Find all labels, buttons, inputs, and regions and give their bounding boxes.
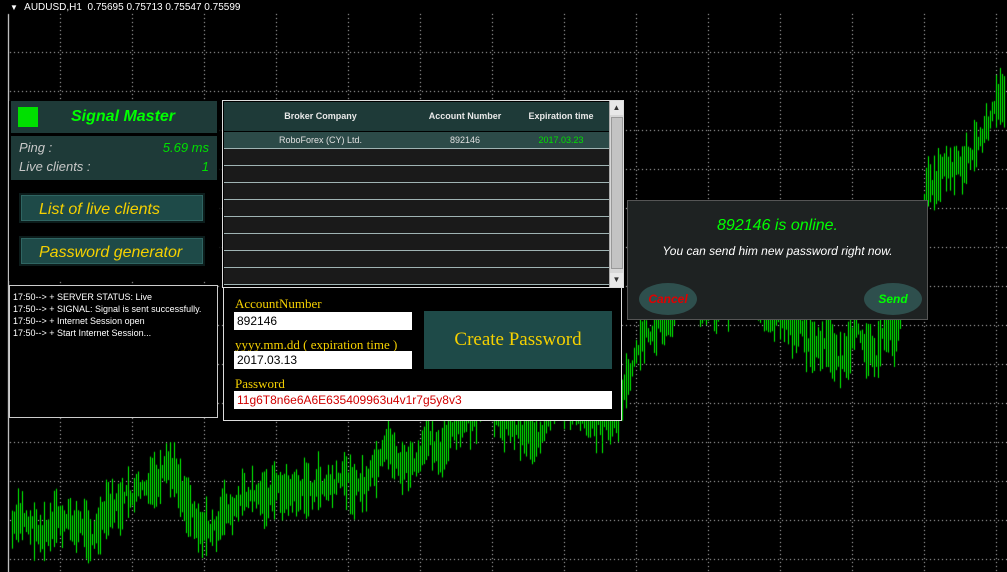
table-row[interactable] xyxy=(224,234,609,251)
table-scrollbar[interactable]: ▲ ▼ xyxy=(609,101,623,287)
clients-table: Broker Company Account Number Expiration… xyxy=(222,100,624,288)
table-body: RoboForex (CY) Ltd. 892146 2017.03.23 xyxy=(224,132,609,285)
expiry-input[interactable]: 2017.03.13 xyxy=(234,351,412,369)
log-line: 17:50--> + SERVER STATUS: Live xyxy=(13,292,153,302)
table-row[interactable] xyxy=(224,149,609,166)
signal-master-titlebar: Signal Master xyxy=(11,101,217,133)
live-clients-value: 1 xyxy=(201,159,209,174)
live-clients-label: Live clients : xyxy=(19,159,91,174)
table-header: Broker Company Account Number Expiration… xyxy=(224,102,609,131)
signal-master-title: Signal Master xyxy=(71,108,176,125)
col-header-account[interactable]: Account Number xyxy=(417,102,513,131)
cell-expiration: 2017.03.23 xyxy=(538,135,584,145)
signal-master-panel: Signal Master Ping : 5.69 ms Live client… xyxy=(9,101,219,281)
chart-ohlc: 0.75695 0.75713 0.75547 0.75599 xyxy=(87,2,241,13)
client-online-dialog: 892146 is online. You can send him new p… xyxy=(627,200,928,320)
account-label: AccountNumber xyxy=(235,296,322,311)
table-row[interactable] xyxy=(224,251,609,268)
password-label: Password xyxy=(235,376,285,391)
log-panel: 17:50--> + SERVER STATUS: Live 17:50--> … xyxy=(9,285,218,418)
chart-symbol: AUDUSD,H1 xyxy=(24,2,82,13)
scroll-thumb[interactable] xyxy=(611,117,623,269)
stats-box: Ping : 5.69 ms Live clients : 1 xyxy=(11,136,217,180)
cell-account: 892146 xyxy=(449,135,481,145)
ping-value: 5.69 ms xyxy=(162,140,209,155)
create-password-button[interactable]: Create Password xyxy=(424,311,612,369)
cell-broker: RoboForex (CY) Ltd. xyxy=(278,135,363,145)
dropdown-triangle-icon[interactable]: ▼ xyxy=(10,3,18,12)
account-input[interactable]: 892146 xyxy=(234,312,412,330)
col-header-expiration[interactable]: Expiration time xyxy=(513,102,609,131)
table-row[interactable] xyxy=(224,268,609,285)
col-header-broker[interactable]: Broker Company xyxy=(224,102,417,131)
log-line: 17:50--> + Start Internet Session... xyxy=(13,328,152,338)
log-line: 17:50--> + SIGNAL: Signal is sent succes… xyxy=(13,304,202,314)
scroll-down-icon[interactable]: ▼ xyxy=(610,273,623,287)
password-generator-button[interactable]: Password generator xyxy=(19,236,205,266)
table-row[interactable] xyxy=(224,200,609,217)
dialog-message: You can send him new password right now. xyxy=(662,244,893,258)
send-button[interactable]: Send xyxy=(864,283,922,315)
table-row[interactable] xyxy=(224,183,609,200)
table-row[interactable] xyxy=(224,217,609,234)
cancel-button[interactable]: Cancel xyxy=(639,283,697,315)
table-row[interactable]: RoboForex (CY) Ltd. 892146 2017.03.23 xyxy=(224,132,609,149)
status-indicator-icon xyxy=(18,107,38,127)
log-line: 17:50--> + Internet Session open xyxy=(13,316,145,326)
table-row[interactable] xyxy=(224,166,609,183)
dialog-title: 892146 is online. xyxy=(717,217,838,234)
list-live-clients-button[interactable]: List of live clients xyxy=(19,193,205,223)
password-form: AccountNumber 892146 yyyy.mm.dd ( expira… xyxy=(223,287,622,421)
ping-label: Ping : xyxy=(19,140,53,155)
password-output[interactable]: 11g6T8n6e6A6E635409963u4v1r7g5y8v3 xyxy=(234,391,612,409)
scroll-up-icon[interactable]: ▲ xyxy=(610,101,623,115)
chart-header: ▼ AUDUSD,H1 0.75695 0.75713 0.75547 0.75… xyxy=(10,2,240,13)
